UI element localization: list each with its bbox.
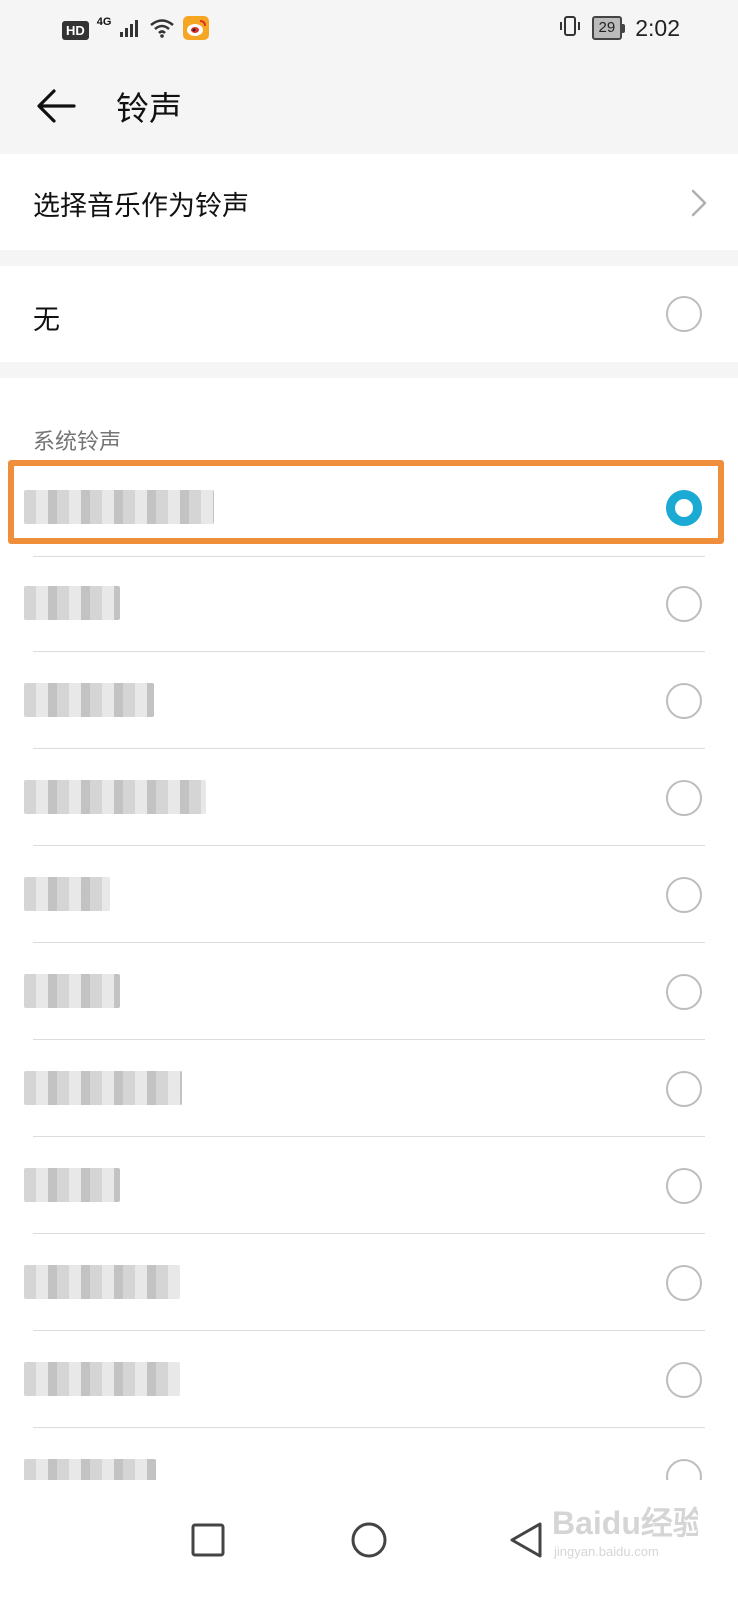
network-type: 4G — [96, 16, 112, 28]
choose-music-label: 选择音乐作为铃声 — [33, 191, 249, 222]
watermark-subtext: jingyan.baidu.com — [553, 1544, 659, 1559]
ringtone-item[interactable] — [0, 653, 738, 749]
ringtone-radio[interactable] — [666, 780, 702, 816]
battery-level: 29 — [591, 16, 623, 40]
vibrate-icon — [558, 14, 582, 42]
chevron-right-icon — [690, 188, 708, 222]
ringtone-radio[interactable] — [666, 586, 702, 622]
ringtone-label-redacted — [24, 490, 214, 524]
ringtone-label-redacted — [24, 780, 206, 814]
ringtone-label-redacted — [24, 1265, 180, 1299]
ringtone-radio[interactable] — [666, 683, 702, 719]
status-right: 29 2:02 — [558, 14, 680, 42]
home-circle-icon — [351, 1522, 387, 1558]
divider — [33, 651, 705, 652]
ringtone-radio[interactable] — [666, 1071, 702, 1107]
ringtone-label-redacted — [24, 974, 120, 1008]
system-ringtones-header: 系统铃声 — [33, 430, 122, 455]
battery-tip — [622, 23, 626, 33]
home-button[interactable] — [339, 1510, 399, 1570]
ringtone-item[interactable] — [0, 1041, 738, 1137]
arrow-left-icon — [37, 89, 76, 123]
wifi-icon — [149, 18, 175, 42]
ringtone-label-redacted — [24, 586, 120, 620]
ringtone-label-redacted — [24, 1362, 180, 1396]
status-bar: HD 4G 29 2:02 — [0, 0, 738, 58]
divider — [33, 1039, 705, 1040]
ringtone-item[interactable] — [0, 556, 738, 652]
ringtone-radio[interactable] — [666, 877, 702, 913]
none-option-radio[interactable] — [666, 296, 702, 332]
divider — [33, 556, 705, 557]
choose-music-row[interactable]: 选择音乐作为铃声 — [0, 154, 738, 250]
ringtone-item[interactable] — [0, 944, 738, 1040]
ringtone-label-redacted — [24, 877, 110, 911]
watermark-text: Baidu经验 — [552, 1505, 698, 1541]
none-option-row[interactable]: 无 — [0, 266, 738, 362]
divider — [33, 748, 705, 749]
ringtone-radio[interactable] — [666, 1362, 702, 1398]
battery-icon: 29 — [591, 16, 626, 40]
divider — [33, 942, 705, 943]
page-title: 铃声 — [116, 89, 182, 128]
ringtone-label-redacted — [24, 683, 154, 717]
recents-square-icon — [191, 1523, 225, 1557]
ringtone-radio[interactable] — [666, 974, 702, 1010]
ringtone-radio[interactable] — [666, 1265, 702, 1301]
app-bar: 铃声 — [0, 58, 738, 154]
divider — [33, 1136, 705, 1137]
ringtone-label-redacted — [24, 1071, 182, 1105]
recents-button[interactable] — [178, 1510, 238, 1570]
clock: 2:02 — [635, 14, 680, 41]
ringtone-radio[interactable] — [666, 1168, 702, 1204]
ringtone-item[interactable] — [0, 460, 738, 556]
divider — [33, 1233, 705, 1234]
ringtone-item[interactable] — [0, 1138, 738, 1234]
ringtone-item[interactable] — [0, 847, 738, 943]
back-nav-button[interactable] — [496, 1510, 556, 1570]
signal-icon — [119, 18, 141, 42]
ringtone-item[interactable] — [0, 750, 738, 846]
ringtone-label-redacted — [24, 1168, 120, 1202]
ringtone-item[interactable] — [0, 1332, 738, 1428]
weibo-icon — [183, 16, 210, 44]
baidu-watermark: Baidu经验 jingyan.baidu.com — [548, 1496, 705, 1570]
status-left: HD 4G — [62, 16, 210, 44]
ringtone-radio-selected[interactable] — [666, 490, 702, 526]
divider — [33, 845, 705, 846]
none-option-label: 无 — [33, 305, 60, 336]
hd-badge: HD — [62, 20, 89, 40]
ringtone-item[interactable] — [0, 1235, 738, 1331]
back-triangle-icon — [510, 1522, 542, 1558]
divider — [33, 1330, 705, 1331]
back-button[interactable] — [34, 84, 78, 128]
divider — [33, 1427, 705, 1428]
